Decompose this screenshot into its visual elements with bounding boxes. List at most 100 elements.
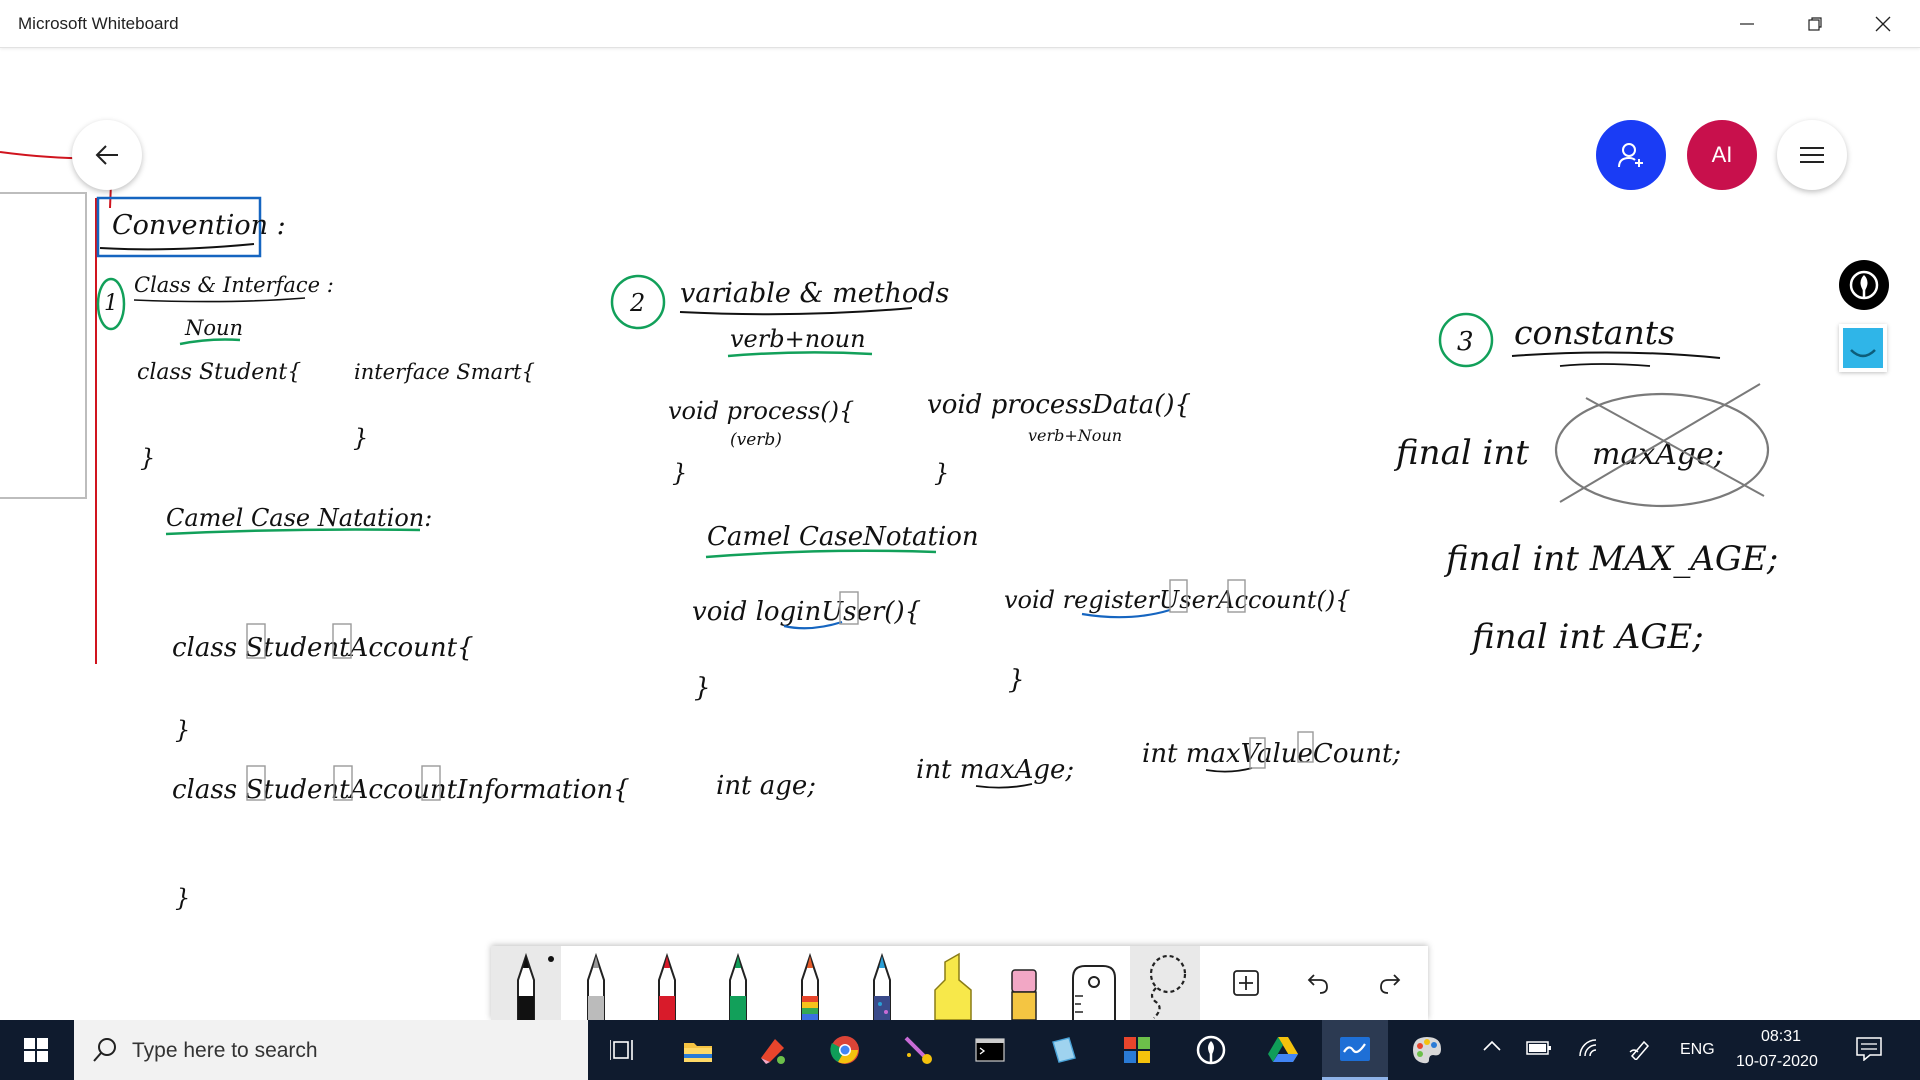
action-center-button[interactable]: [1856, 1037, 1882, 1066]
search-placeholder: Type here to search: [132, 1039, 318, 1062]
convention-title: Convention :: [112, 210, 286, 241]
redo-button[interactable]: [1355, 946, 1425, 1020]
restore-button[interactable]: [1781, 0, 1849, 47]
camel-example-2: class StudentAccountInformation{: [172, 775, 630, 805]
app-button[interactable]: [750, 1028, 794, 1072]
clock-time[interactable]: 08:31: [1761, 1028, 1801, 1046]
eraser[interactable]: [989, 946, 1059, 1020]
google-drive-icon: [1268, 1037, 1298, 1062]
black-pen[interactable]: [491, 946, 561, 1020]
lasso-select[interactable]: [1130, 946, 1200, 1020]
language-indicator[interactable]: ENG: [1680, 1041, 1715, 1059]
whiteboard-canvas[interactable]: .hw{font-family:"DejaVu Serif",serif;fon…: [0, 48, 1920, 1018]
paint-icon: [1413, 1037, 1441, 1064]
method-note-2: verb+Noun: [1028, 426, 1122, 445]
notepad-icon: [1052, 1037, 1076, 1063]
close-button[interactable]: [1849, 0, 1917, 47]
red-pen[interactable]: [632, 946, 702, 1020]
paint-3d-icon: [904, 1036, 932, 1064]
network-indicator[interactable]: [1578, 1038, 1602, 1063]
office-icon: [1124, 1037, 1150, 1063]
brace: }: [1008, 665, 1025, 695]
yellow-highlighter[interactable]: [918, 946, 988, 1020]
taskbar: Type here to search ENG 08:31 10-07-2020: [0, 1020, 1920, 1080]
galaxy-pen[interactable]: [847, 946, 917, 1020]
method-note-1: (verb): [730, 430, 782, 450]
undo-icon: [1307, 974, 1328, 994]
chrome-icon: [830, 1036, 859, 1064]
file-explorer-button[interactable]: [676, 1028, 720, 1072]
paint-3d-button[interactable]: [896, 1028, 940, 1072]
code-interface-smart: interface Smart{: [354, 360, 535, 384]
back-button[interactable]: [72, 120, 142, 190]
selected-dot: [548, 956, 554, 962]
clock-date[interactable]: 10-07-2020: [1736, 1053, 1818, 1071]
brace: }: [175, 716, 190, 744]
partial-frame: [0, 192, 87, 499]
arrow-left-icon: [95, 145, 118, 165]
pen-icon: [801, 952, 819, 1020]
chrome-button[interactable]: [823, 1028, 867, 1072]
undo-button[interactable]: [1283, 946, 1353, 1020]
ink-pen-button[interactable]: [1839, 260, 1889, 310]
pen-menu[interactable]: [1628, 1038, 1652, 1065]
section1-number: 1: [104, 291, 118, 316]
pen-icon: [517, 952, 535, 1020]
menu-button[interactable]: [1777, 120, 1847, 190]
eraser-icon: [1011, 969, 1037, 1020]
camel-heading-1: Camel Case Natation:: [166, 504, 432, 532]
green-pen[interactable]: [703, 946, 773, 1020]
method-example-2: void processData(){: [927, 390, 1191, 420]
method-example-1: void process(){: [668, 397, 854, 425]
section2-heading: variable & methods: [680, 278, 949, 309]
var-example-1: int age;: [716, 771, 816, 801]
office-button[interactable]: [1115, 1028, 1159, 1072]
paint-button[interactable]: [1405, 1028, 1449, 1072]
add-button[interactable]: [1211, 946, 1281, 1020]
battery-indicator[interactable]: [1526, 1040, 1552, 1061]
start-button[interactable]: [0, 1020, 72, 1080]
terminal-button[interactable]: [968, 1028, 1012, 1072]
section1-heading: Class & Interface :: [134, 273, 334, 297]
pen-icon: [587, 952, 605, 1020]
lasso-icon: [1149, 954, 1187, 1019]
camel-example-1: class StudentAccount{: [172, 633, 474, 663]
pen-icon: [658, 952, 676, 1020]
notification-icon: [1856, 1037, 1882, 1062]
rainbow-pen[interactable]: [775, 946, 845, 1020]
constant-bad-prefix: final int: [1393, 433, 1529, 473]
search-box[interactable]: Type here to search: [74, 1020, 588, 1080]
silver-pen[interactable]: [561, 946, 631, 1020]
notepad-button[interactable]: [1041, 1028, 1085, 1072]
brace: }: [353, 424, 368, 452]
app-icon: [761, 1039, 785, 1064]
sticker-button[interactable]: [1839, 324, 1887, 372]
pen-app-button[interactable]: [1189, 1028, 1233, 1072]
brace: }: [672, 459, 687, 487]
whiteboard-button[interactable]: [1322, 1020, 1388, 1080]
minimize-button[interactable]: [1713, 0, 1781, 47]
code-class-student: class Student{: [137, 360, 301, 385]
constant-good-2: final int AGE;: [1469, 617, 1704, 657]
whiteboard-icon: [1340, 1036, 1370, 1061]
brace: }: [175, 884, 190, 912]
ink-toolbar: [491, 946, 1428, 1020]
terminal-icon: [975, 1038, 1005, 1062]
window-title: Microsoft Whiteboard: [18, 14, 179, 33]
brace: }: [140, 444, 155, 472]
title-bar: Microsoft Whiteboard: [0, 0, 1920, 48]
ink-pen-icon: [1849, 270, 1879, 300]
chevron-up-icon: [1483, 1040, 1501, 1051]
var-example-2: int maxAge;: [916, 755, 1074, 785]
pen-icon: [729, 952, 747, 1020]
invite-button[interactable]: [1596, 120, 1666, 190]
section2-sub: verb+noun: [730, 325, 866, 353]
ruler[interactable]: [1059, 946, 1129, 1020]
var-example-3: int maxValueCount;: [1142, 739, 1401, 769]
task-view-button[interactable]: [601, 1028, 645, 1072]
avatar[interactable]: AI: [1687, 120, 1757, 190]
constant-bad-name: maxAge;: [1592, 437, 1724, 472]
section2-number: 2: [629, 289, 645, 317]
show-hidden-icons[interactable]: [1482, 1038, 1502, 1057]
google-drive-button[interactable]: [1261, 1028, 1305, 1072]
